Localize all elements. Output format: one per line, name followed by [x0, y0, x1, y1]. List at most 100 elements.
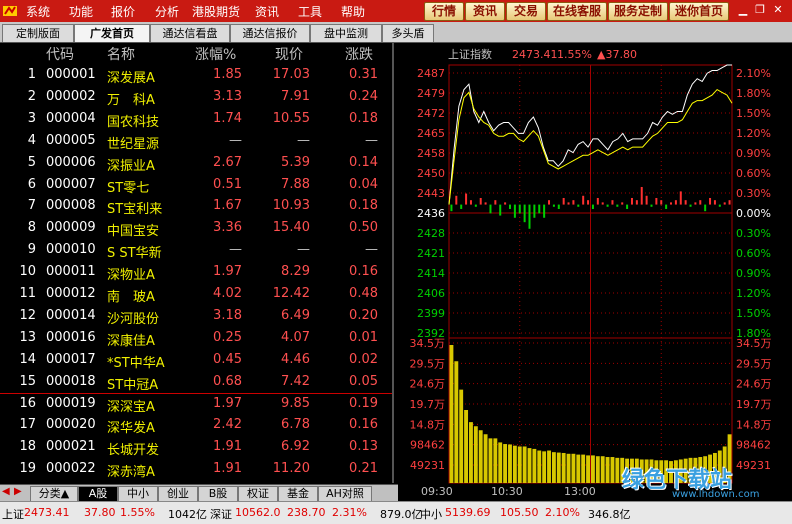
header-change[interactable]: 涨跌 [345, 44, 373, 64]
header-code[interactable]: 代码 [46, 44, 74, 64]
change-pct: 1.74 [213, 110, 242, 126]
custom-service-button[interactable]: 服务定制 [608, 2, 668, 21]
stock-code: 000011 [46, 264, 96, 280]
scroll-left-icon[interactable]: ◀ [2, 486, 10, 497]
header-name[interactable]: 名称 [107, 44, 135, 64]
menu-system[interactable]: 系统 [26, 3, 50, 20]
quotes-button[interactable]: 行情 [424, 2, 464, 21]
change-pct: 0.45 [213, 351, 242, 367]
table-row[interactable]: 3 000004 国农科技 1.74 10.55 0.18 [0, 109, 392, 130]
btab-ah-compare[interactable]: AH对照 [318, 486, 372, 502]
y-tick-label-right: 2.10% [736, 67, 771, 80]
table-row[interactable]: 8 000009 中国宝安 3.36 15.40 0.50 [0, 218, 392, 239]
btab-a-share[interactable]: A股 [78, 486, 118, 502]
price: — [297, 242, 310, 258]
table-row[interactable]: 4 000005 世纪星源 — — — [0, 131, 392, 152]
y-tick-label: 2436 [417, 207, 445, 220]
table-row[interactable]: 15 000018 ST中冠A 0.68 7.42 0.05 [0, 372, 392, 393]
scroll-right-icon[interactable]: ▶ [14, 486, 22, 497]
row-index: 10 [19, 264, 36, 280]
table-row[interactable]: 10 000011 深物业A 1.97 8.29 0.16 [0, 262, 392, 283]
tab-bull-shield[interactable]: 多头盾 [382, 24, 434, 42]
change-pct: 2.42 [213, 417, 242, 433]
table-row[interactable]: 17 000020 深华发A 2.42 6.78 0.16 [0, 415, 392, 436]
change: 0.31 [349, 67, 378, 82]
status-zx-label: 中小 [420, 508, 442, 521]
price: 8.29 [281, 264, 310, 280]
table-row[interactable]: 16 000019 深深宝A 1.97 9.85 0.19 [0, 394, 392, 415]
header-price[interactable]: 现价 [275, 44, 303, 64]
price: 6.78 [281, 417, 310, 433]
table-row[interactable]: 11 000012 南 玻A 4.02 12.42 0.48 [0, 284, 392, 305]
y-tick-label-right: 1.80% [736, 87, 771, 100]
change: 0.24 [349, 88, 378, 104]
menu-hk-futures[interactable]: 港股期货 [192, 3, 240, 20]
mini-home-button[interactable]: 迷你首页 [669, 2, 729, 21]
stock-code: 000005 [46, 132, 96, 148]
status-sh-value: 2473.41 [24, 506, 70, 519]
y-tick-label-right: 0.90% [736, 267, 771, 280]
menu-help[interactable]: 帮助 [341, 3, 365, 20]
table-row[interactable]: 12 000014 沙河股份 3.18 6.49 0.20 [0, 306, 392, 327]
y-tick-label: 2414 [417, 267, 445, 280]
tab-intraday-monitor[interactable]: 盘中监测 [310, 24, 382, 42]
menu-analysis[interactable]: 分析 [155, 3, 179, 20]
btab-fund[interactable]: 基金 [278, 486, 318, 502]
table-row[interactable]: 19 000022 深赤湾A 1.91 11.20 0.21 [0, 459, 392, 480]
change: 0.20 [349, 307, 378, 323]
table-row[interactable]: 1 000001 深发展A 1.85 17.03 0.31 [0, 65, 392, 86]
btab-b-share[interactable]: B股 [198, 486, 238, 502]
change: 0.16 [349, 264, 378, 280]
close-icon[interactable]: ✕ [771, 3, 785, 17]
table-row[interactable]: 13 000016 深康佳A 0.25 4.07 0.01 [0, 328, 392, 349]
table-row[interactable]: 18 000021 长城开发 1.91 6.92 0.13 [0, 437, 392, 458]
btab-sme[interactable]: 中小 [118, 486, 158, 502]
change: 0.14 [349, 154, 378, 170]
header-change-pct[interactable]: 涨幅% [195, 44, 236, 64]
trade-button[interactable]: 交易 [506, 2, 546, 21]
change: 0.18 [349, 110, 378, 126]
page-tab-bar: 定制版面 广发首页 通达信看盘 通达信报价 盘中监测 多头盾 [0, 22, 792, 43]
menu-news[interactable]: 资讯 [255, 3, 279, 20]
stock-code: 000012 [46, 286, 96, 301]
row-index: 7 [27, 198, 36, 214]
minimize-icon[interactable]: ▁ [736, 3, 750, 17]
stock-code: 000018 [46, 373, 96, 389]
btab-gem[interactable]: 创业 [158, 486, 198, 502]
time-tick: 09:30 [421, 485, 453, 498]
table-row[interactable]: 2 000002 万 科A 3.13 7.91 0.24 [0, 87, 392, 108]
change: 0.05 [349, 373, 378, 389]
row-index: 13 [19, 329, 36, 345]
menu-quote[interactable]: 报价 [111, 3, 135, 20]
status-bar: 上证 2473.41 37.80 1.55% 1042亿 深证 10562.0 … [0, 501, 792, 524]
btab-category[interactable]: 分类▲ [30, 486, 78, 502]
app-logo-icon [3, 6, 17, 16]
tab-custom-layout[interactable]: 定制版面 [2, 24, 74, 42]
menu-function[interactable]: 功能 [69, 3, 93, 20]
table-row[interactable]: 5 000006 深振业A 2.67 5.39 0.14 [0, 153, 392, 174]
table-row[interactable]: 9 000010 S ST华新 — — — [0, 240, 392, 261]
watermark-url: www.lhdown.com [672, 489, 760, 500]
tab-tdx-watch[interactable]: 通达信看盘 [150, 24, 230, 42]
volume-tick-label: 19.7万 [410, 398, 446, 411]
table-row[interactable]: 14 000017 *ST中华A 0.45 4.46 0.02 [0, 350, 392, 371]
change-pct: 1.85 [213, 67, 242, 82]
change-pct: 4.02 [213, 286, 242, 301]
tab-gf-home[interactable]: 广发首页 [74, 24, 150, 42]
y-tick-label-right: 1.20% [736, 287, 771, 300]
restore-icon[interactable]: ❐ [753, 3, 767, 17]
news-button[interactable]: 资讯 [465, 2, 505, 21]
row-index: 14 [19, 351, 36, 367]
status-sz-pct: 2.31% [332, 506, 367, 519]
row-index: 6 [27, 176, 36, 192]
stock-name: ST中冠A [107, 377, 159, 393]
online-service-button[interactable]: 在线客服 [547, 2, 607, 21]
price: 4.46 [281, 351, 310, 367]
table-row[interactable]: 6 000007 ST零七 0.51 7.88 0.04 [0, 175, 392, 196]
btab-warrant[interactable]: 权证 [238, 486, 278, 502]
stock-code: 000008 [46, 198, 96, 214]
tab-tdx-quote[interactable]: 通达信报价 [230, 24, 310, 42]
y-tick-label: 2428 [417, 227, 445, 240]
table-row[interactable]: 7 000008 ST宝利来 1.67 10.93 0.18 [0, 196, 392, 217]
menu-tools[interactable]: 工具 [298, 3, 322, 20]
